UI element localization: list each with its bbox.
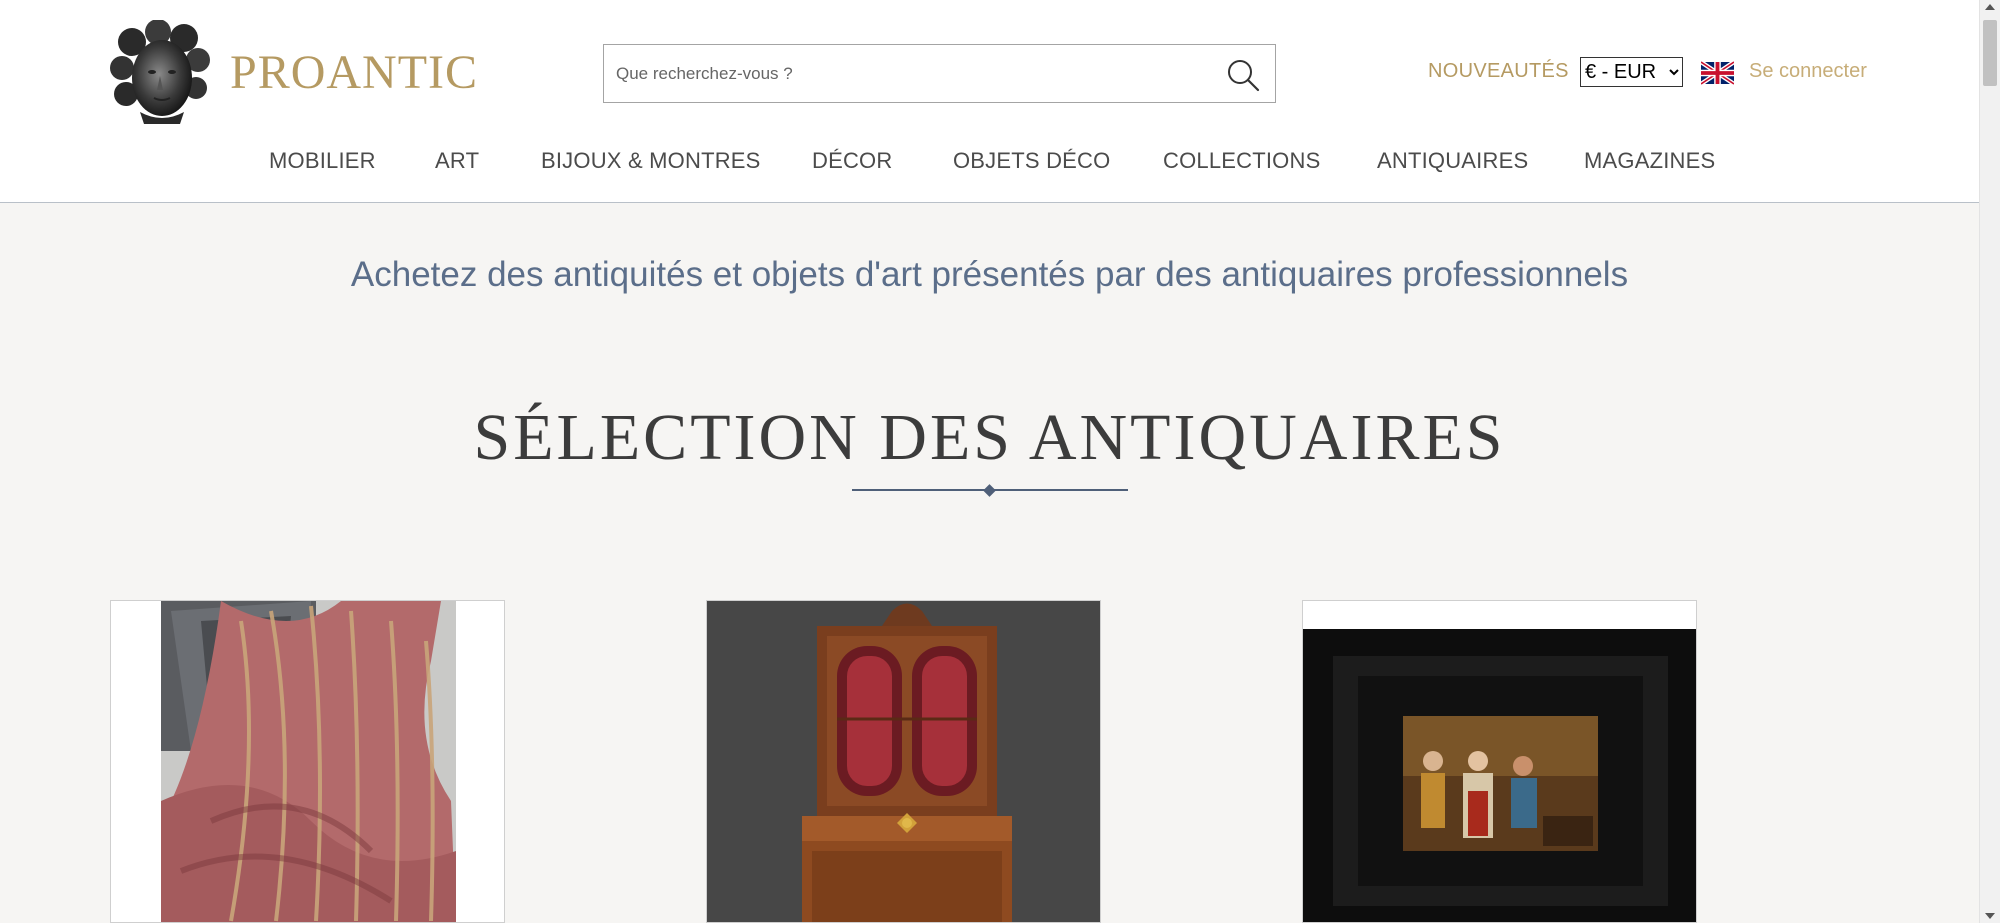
scroll-down-arrow-icon[interactable] <box>1985 913 1995 919</box>
login-link[interactable]: Se connecter <box>1749 60 1867 83</box>
nav-item-bijoux-montres[interactable]: BIJOUX & MONTRES <box>541 148 761 174</box>
product-card[interactable] <box>1302 600 1697 923</box>
search-icon[interactable] <box>1225 57 1261 93</box>
site-header: PROANTIC NOUVEAUTÉS € - EUR Se connecter… <box>0 0 1979 203</box>
uk-flag-icon[interactable] <box>1701 61 1734 85</box>
new-arrivals-link[interactable]: NOUVEAUTÉS <box>1428 60 1569 83</box>
main-nav: MOBILIER ART BIJOUX & MONTRES DÉCOR OBJE… <box>0 148 1979 180</box>
scroll-up-arrow-icon[interactable] <box>1985 4 1995 10</box>
page-scrollbar[interactable] <box>1979 0 2000 923</box>
logo-text: PROANTIC <box>230 45 479 99</box>
nav-item-decor[interactable]: DÉCOR <box>812 148 892 174</box>
scroll-thumb[interactable] <box>1983 20 1997 86</box>
search-input[interactable] <box>616 45 1206 102</box>
tagline: Achetez des antiquités et objets d'art p… <box>350 255 1629 294</box>
nav-item-antiquaires[interactable]: ANTIQUAIRES <box>1377 148 1528 174</box>
section-title: SÉLECTION DES ANTIQUAIRES <box>473 401 1506 474</box>
logo[interactable]: PROANTIC <box>110 20 478 124</box>
product-image-painting <box>1303 601 1696 922</box>
title-divider-diamond-icon <box>983 484 996 497</box>
nav-item-mobilier[interactable]: MOBILIER <box>269 148 376 174</box>
product-image-secretary <box>707 601 1100 922</box>
product-image-fabric <box>111 601 504 922</box>
logo-head-icon <box>110 20 210 124</box>
search-box <box>603 44 1276 103</box>
nav-item-collections[interactable]: COLLECTIONS <box>1163 148 1320 174</box>
nav-item-objets-deco[interactable]: OBJETS DÉCO <box>953 148 1110 174</box>
product-card[interactable] <box>110 600 505 923</box>
currency-select[interactable]: € - EUR <box>1580 57 1683 87</box>
nav-item-art[interactable]: ART <box>435 148 479 174</box>
nav-item-magazines[interactable]: MAGAZINES <box>1584 148 1715 174</box>
product-card[interactable] <box>706 600 1101 923</box>
